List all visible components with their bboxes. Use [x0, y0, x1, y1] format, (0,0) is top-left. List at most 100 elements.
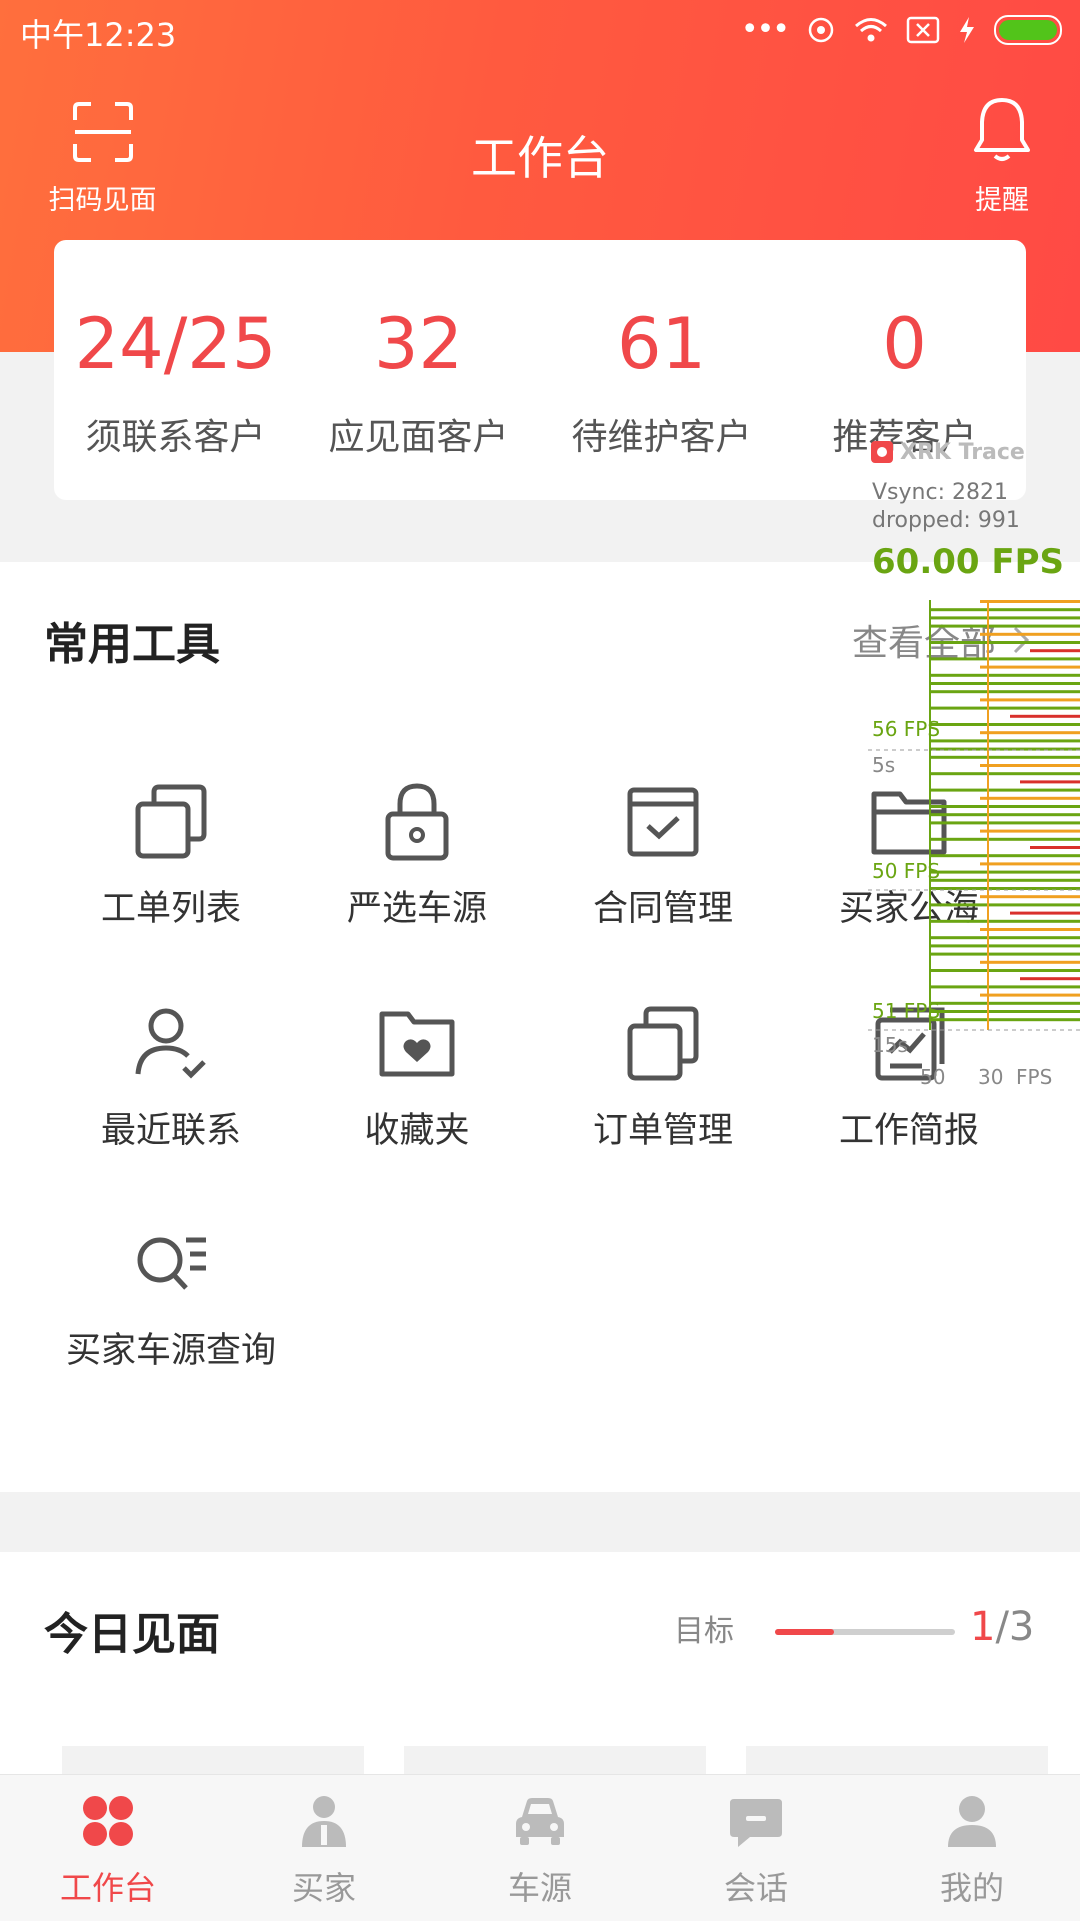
trace-frame-bar — [930, 682, 1080, 685]
trace-frame-bar — [930, 903, 1080, 907]
trace-frame-bar — [930, 813, 1080, 817]
trace-frame-bar — [930, 1018, 1080, 1022]
stat-maintain-customers[interactable]: 61 待维护客户 — [540, 240, 783, 460]
tab-label: 会话 — [723, 1869, 788, 1907]
trace-frame-bar — [980, 665, 1080, 669]
tools-title: 常用工具 — [44, 619, 220, 670]
tab-profile[interactable]: 我的 — [864, 1793, 1080, 1909]
tab-label: 车源 — [507, 1869, 572, 1907]
trace-axis-label: 30 — [978, 1065, 1003, 1089]
tool-selected-cars[interactable]: 严选车源 — [294, 780, 540, 931]
trace-frame-bar — [980, 764, 1080, 767]
more-dots-icon: ••• — [740, 12, 790, 47]
status-bar: 中午12:23 ••• — [0, 0, 1080, 62]
trace-frame-bar — [930, 837, 1080, 841]
stat-recommend-customers[interactable]: 0 推荐客户 — [783, 240, 1026, 460]
trace-frame-bar — [930, 952, 1080, 956]
tool-label: 合同管理 — [592, 889, 733, 929]
trace-axis-label: FPS — [1016, 1065, 1052, 1089]
bottom-tab-bar: 工作台 买家 车源 会话 我的 — [0, 1774, 1080, 1921]
lock-icon — [385, 783, 449, 861]
trace-frame-bar — [930, 755, 1080, 759]
trace-frame-bar — [930, 772, 1080, 776]
goal-total: /3 — [995, 1604, 1035, 1650]
status-time: 中午12:23 — [20, 16, 177, 54]
trace-frame-bar — [930, 706, 1080, 710]
tool-label: 最近联系 — [100, 1111, 241, 1151]
trace-frame-bar — [930, 1001, 1080, 1005]
trace-graph: 56 FPS 5s 50 FPS 51 FPS 15s 50 30 FPS — [868, 600, 1080, 1089]
goal-current: 1 — [970, 1604, 996, 1650]
charging-icon — [960, 16, 974, 43]
remind-label: 提醒 — [975, 185, 1029, 216]
tool-recent-contacts[interactable]: 最近联系 — [48, 1002, 294, 1153]
trace-frame-bar — [980, 829, 1080, 833]
trace-frame-bar — [930, 1010, 1080, 1013]
trace-frame-bar — [930, 821, 1080, 825]
trace-frame-bar — [930, 739, 1080, 743]
tool-buyer-car-search[interactable]: 买家车源查询 — [48, 1222, 294, 1373]
battery-icon — [994, 14, 1062, 45]
trace-marker: 15s — [872, 1033, 908, 1057]
tab-label: 我的 — [939, 1869, 1004, 1907]
trace-frame-bar — [930, 870, 1080, 874]
trace-frame-bar — [930, 805, 1080, 808]
trace-frame-bar — [1020, 780, 1080, 784]
trace-frame-bar — [930, 919, 1080, 923]
trace-frame-bar — [930, 690, 1080, 694]
remind-button[interactable]: 提醒 — [952, 98, 1052, 217]
tool-order-management[interactable]: 订单管理 — [540, 1002, 786, 1153]
user-check-icon — [135, 1008, 206, 1079]
tab-label: 工作台 — [59, 1869, 156, 1907]
trace-vsync: Vsync: 2821 — [872, 480, 1008, 505]
stat-label: 待维护客户 — [571, 417, 752, 458]
trace-frame-bar — [930, 616, 1080, 620]
tool-contract-management[interactable]: 合同管理 — [540, 780, 786, 931]
trace-frame-bar — [980, 862, 1080, 866]
goal-progress-bar — [775, 1629, 955, 1635]
trace-frame-bar — [980, 928, 1080, 931]
trace-fps: 60.00 FPS — [872, 542, 1065, 582]
tool-work-orders[interactable]: 工单列表 — [48, 780, 294, 931]
stat-label: 应见面客户 — [328, 417, 509, 458]
status-icons: ••• — [741, 12, 1062, 47]
stat-value: 32 — [373, 303, 464, 385]
tab-chat[interactable]: 会话 — [648, 1793, 864, 1909]
trace-title: XRK Trace — [900, 440, 1025, 465]
tool-label: 工单列表 — [100, 889, 241, 929]
no-sim-icon — [906, 16, 940, 43]
tab-car-source[interactable]: 车源 — [432, 1793, 648, 1909]
trace-frame-bar — [1030, 846, 1080, 849]
buyer-icon — [302, 1796, 346, 1847]
trace-frame-bar — [980, 731, 1080, 735]
trace-frame-bar — [930, 854, 1080, 858]
trace-frame-bar — [930, 641, 1080, 644]
trace-axis-label: 50 — [920, 1065, 945, 1089]
stat-value: 61 — [616, 303, 707, 385]
trace-frame-bar — [930, 969, 1080, 972]
stat-meet-customers[interactable]: 32 应见面客户 — [297, 240, 540, 460]
stat-contact-customers[interactable]: 24/25 须联系客户 — [54, 240, 297, 460]
goal-label: 目标 — [674, 1614, 734, 1649]
trace-frame-bar — [980, 960, 1080, 964]
tool-label: 收藏夹 — [364, 1111, 470, 1151]
car-icon — [516, 1798, 564, 1845]
trace-frame-bar — [930, 723, 1080, 726]
tool-favorites[interactable]: 收藏夹 — [294, 1002, 540, 1153]
tab-buyer[interactable]: 买家 — [216, 1793, 432, 1909]
trace-dropped: dropped: 991 — [872, 508, 1020, 533]
tool-label: 严选车源 — [346, 889, 487, 929]
tool-label: 工作简报 — [838, 1111, 979, 1151]
trace-frame-bar — [930, 673, 1080, 677]
tab-workbench[interactable]: 工作台 — [0, 1793, 216, 1909]
copy-icon — [135, 784, 207, 859]
today-meetings-section: 今日见面 目标 1/3 — [0, 1552, 1080, 1782]
bell-icon — [974, 98, 1030, 161]
trace-frame-bar — [980, 698, 1080, 702]
stat-value: 24/25 — [74, 303, 277, 385]
contract-check-icon — [627, 787, 699, 857]
trace-frame-bar — [930, 944, 1080, 948]
trace-marker: 51 FPS — [872, 999, 940, 1023]
tool-label: 订单管理 — [592, 1111, 733, 1151]
chat-icon — [730, 1799, 782, 1847]
